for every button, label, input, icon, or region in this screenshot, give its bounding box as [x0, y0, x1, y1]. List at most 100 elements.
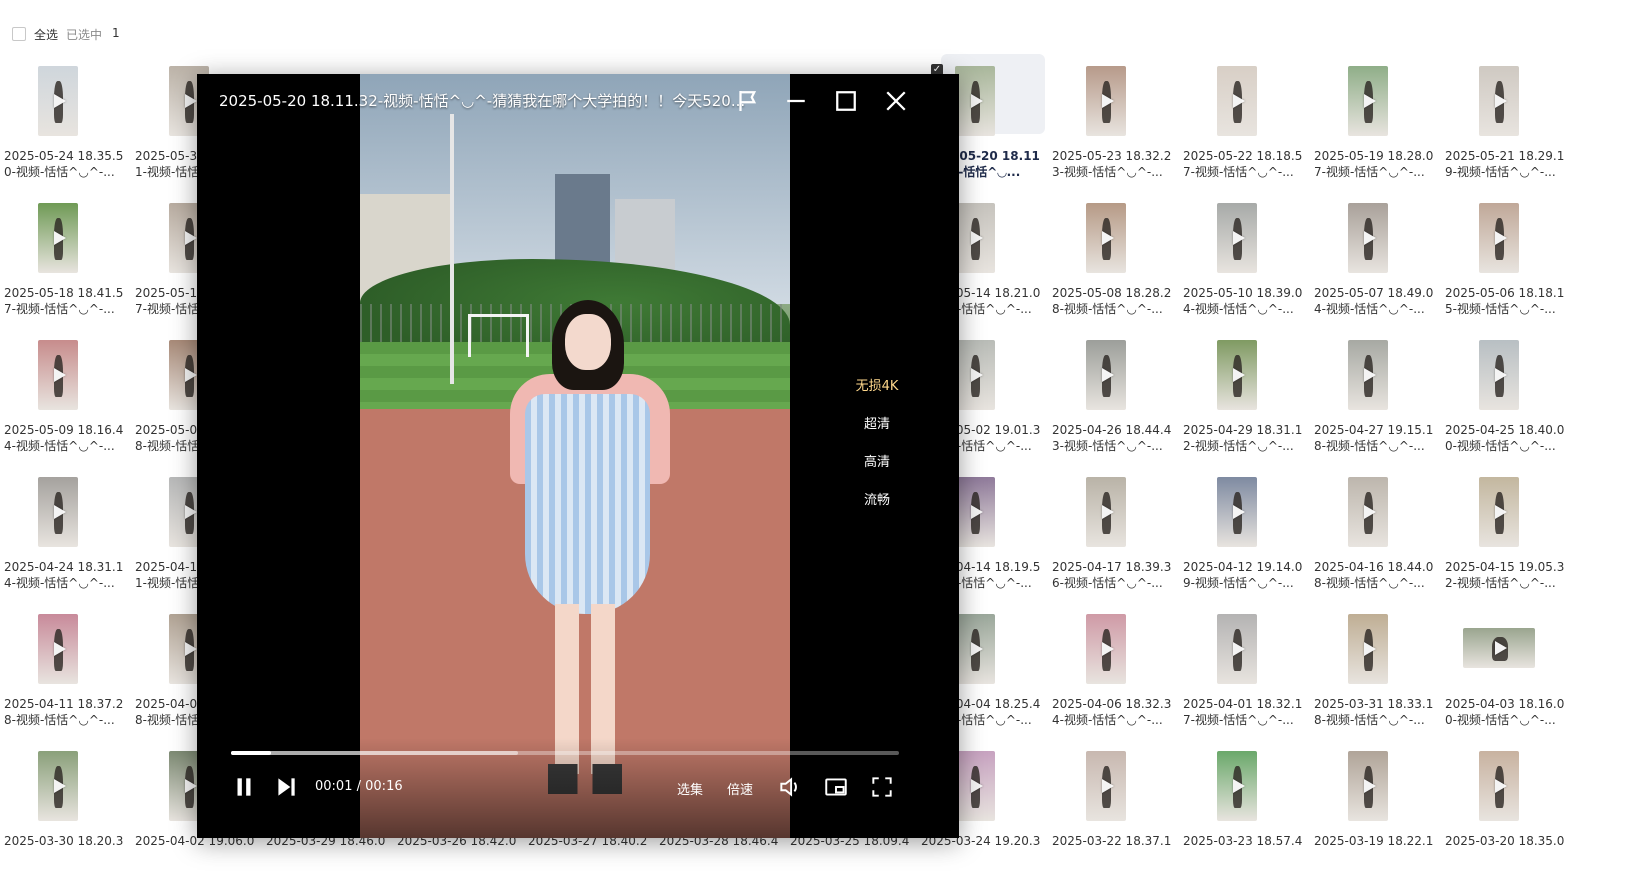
video-thumbnail[interactable] [1463, 628, 1535, 668]
video-file-name: 2025-04-29 18.31.1 2-视频-恬恬^◡^-... [1183, 422, 1303, 454]
video-thumbnail[interactable] [1086, 203, 1126, 273]
video-thumbnail[interactable] [1479, 751, 1519, 821]
play-icon [971, 779, 983, 793]
video-thumbnail[interactable] [1217, 477, 1257, 547]
video-thumbnail[interactable] [1348, 66, 1388, 136]
video-file-item[interactable]: 2025-04-12 19.14.0 9-视频-恬恬^◡^-... [1183, 471, 1303, 607]
video-file-item[interactable]: 2025-05-24 18.35.5 0-视频-恬恬^◡^-... [4, 60, 124, 196]
video-thumbnail[interactable] [38, 477, 78, 547]
fullscreen-icon[interactable] [869, 774, 895, 800]
video-thumbnail[interactable] [1086, 66, 1126, 136]
video-file-item[interactable]: 2025-03-22 18.37.1 [1052, 745, 1172, 881]
picture-in-picture-icon[interactable] [823, 774, 849, 800]
next-icon[interactable] [273, 774, 299, 800]
progress-bar[interactable] [231, 751, 899, 755]
file-name-line-1: 2025-05-22 18.18.5 [1183, 149, 1303, 163]
volume-icon[interactable] [777, 774, 803, 800]
file-name-line-1: 2025-04-01 18.32.1 [1183, 697, 1303, 711]
video-file-item[interactable]: 2025-05-10 18.39.0 4-视频-恬恬^◡^-... [1183, 197, 1303, 333]
video-file-item[interactable]: 2025-05-23 18.32.2 3-视频-恬恬^◡^-... [1052, 60, 1172, 196]
video-thumbnail[interactable] [1086, 477, 1126, 547]
video-file-item[interactable]: 2025-04-06 18.32.3 4-视频-恬恬^◡^-... [1052, 608, 1172, 744]
video-thumbnail[interactable] [38, 751, 78, 821]
video-thumbnail[interactable] [955, 66, 995, 136]
video-thumbnail[interactable] [955, 477, 995, 547]
video-file-item[interactable]: 2025-04-27 19.15.1 8-视频-恬恬^◡^-... [1314, 334, 1434, 470]
video-thumbnail[interactable] [955, 340, 995, 410]
video-file-item[interactable]: 2025-05-18 18.41.5 7-视频-恬恬^◡^-... [4, 197, 124, 333]
play-icon [1102, 505, 1114, 519]
video-thumbnail[interactable] [38, 340, 78, 410]
video-thumbnail[interactable] [1348, 751, 1388, 821]
file-name-line-2: 4-视频-恬恬^◡^-... [1052, 713, 1163, 727]
file-name-line-1: 2025-04-12 19.14.0 [1183, 560, 1303, 574]
video-file-item[interactable]: 2025-05-21 18.29.1 9-视频-恬恬^◡^-... [1445, 60, 1565, 196]
video-file-item[interactable]: 2025-05-07 18.49.0 4-视频-恬恬^◡^-... [1314, 197, 1434, 333]
video-file-item[interactable]: 2025-04-26 18.44.4 3-视频-恬恬^◡^-... [1052, 334, 1172, 470]
quality-option-hd[interactable]: 高清 [837, 452, 917, 490]
video-file-item[interactable]: 2025-04-16 18.44.0 8-视频-恬恬^◡^-... [1314, 471, 1434, 607]
video-thumbnail[interactable] [1086, 614, 1126, 684]
file-name-line-2: 7-视频-恬恬^◡^-... [1183, 713, 1294, 727]
file-name-line-2: 4-视频-恬恬^◡^-... [4, 439, 115, 453]
pause-icon[interactable] [231, 774, 257, 800]
speed-button[interactable]: 倍速 [727, 779, 753, 798]
video-file-name: 2025-04-16 18.44.0 8-视频-恬恬^◡^-... [1314, 559, 1434, 591]
video-file-item[interactable]: 2025-04-29 18.31.1 2-视频-恬恬^◡^-... [1183, 334, 1303, 470]
video-file-item[interactable]: 2025-04-25 18.40.0 0-视频-恬恬^◡^-... [1445, 334, 1565, 470]
video-file-item[interactable]: 2025-03-31 18.33.1 8-视频-恬恬^◡^-... [1314, 608, 1434, 744]
video-thumbnail[interactable] [38, 614, 78, 684]
video-file-item[interactable]: 2025-04-11 18.37.2 8-视频-恬恬^◡^-... [4, 608, 124, 744]
video-thumbnail[interactable] [1348, 340, 1388, 410]
file-name-line-1: 2025-03-30 18.20.3 [4, 834, 124, 848]
video-player-window[interactable]: 2025-05-20 18.11.32-视频-恬恬^◡^-猜猜我在哪个大学拍的！… [197, 74, 959, 838]
video-frame[interactable] [360, 74, 790, 838]
video-thumbnail[interactable] [1479, 203, 1519, 273]
video-thumbnail[interactable] [1086, 751, 1126, 821]
video-file-item[interactable]: 2025-03-19 18.22.1 [1314, 745, 1434, 881]
video-file-item[interactable]: 2025-04-03 18.16.0 0-视频-恬恬^◡^-... [1445, 608, 1565, 744]
minimize-icon[interactable] [781, 86, 811, 116]
video-file-item[interactable]: 2025-05-22 18.18.5 7-视频-恬恬^◡^-... [1183, 60, 1303, 196]
video-file-item[interactable]: 2025-04-15 19.05.3 2-视频-恬恬^◡^-... [1445, 471, 1565, 607]
video-file-item[interactable]: 2025-04-01 18.32.1 7-视频-恬恬^◡^-... [1183, 608, 1303, 744]
video-thumbnail[interactable] [1479, 477, 1519, 547]
play-icon [971, 231, 983, 245]
video-thumbnail[interactable] [1217, 66, 1257, 136]
video-thumbnail[interactable] [955, 751, 995, 821]
video-file-item[interactable]: 2025-05-19 18.28.0 7-视频-恬恬^◡^-... [1314, 60, 1434, 196]
quality-option-smooth[interactable]: 流畅 [837, 490, 917, 528]
video-file-name: 2025-04-17 18.39.3 6-视频-恬恬^◡^-... [1052, 559, 1172, 591]
video-thumbnail[interactable] [1217, 751, 1257, 821]
video-thumbnail[interactable] [1217, 340, 1257, 410]
video-thumbnail[interactable] [1086, 340, 1126, 410]
video-file-item[interactable]: 2025-03-30 18.20.3 [4, 745, 124, 881]
video-thumbnail[interactable] [1348, 614, 1388, 684]
video-file-item[interactable]: 2025-04-24 18.31.1 4-视频-恬恬^◡^-... [4, 471, 124, 607]
video-thumbnail[interactable] [955, 614, 995, 684]
video-file-item[interactable]: 2025-05-08 18.28.2 8-视频-恬恬^◡^-... [1052, 197, 1172, 333]
video-file-name: 2025-04-26 18.44.4 3-视频-恬恬^◡^-... [1052, 422, 1172, 454]
video-thumbnail[interactable] [1217, 203, 1257, 273]
video-thumbnail[interactable] [38, 203, 78, 273]
video-thumbnail[interactable] [1479, 340, 1519, 410]
maximize-icon[interactable] [831, 86, 861, 116]
video-thumbnail[interactable] [1348, 477, 1388, 547]
play-icon [1364, 368, 1376, 382]
video-thumbnail[interactable] [38, 66, 78, 136]
play-icon [1495, 94, 1507, 108]
quality-option-super-hd[interactable]: 超清 [837, 414, 917, 452]
episodes-button[interactable]: 选集 [677, 779, 703, 798]
video-file-item[interactable]: 2025-03-20 18.35.0 [1445, 745, 1565, 881]
video-thumbnail[interactable] [1479, 66, 1519, 136]
video-thumbnail[interactable] [1217, 614, 1257, 684]
video-file-item[interactable]: 2025-03-23 18.57.4 [1183, 745, 1303, 881]
quality-option-lossless-4k[interactable]: 无损4K [837, 376, 917, 414]
video-file-item[interactable]: 2025-05-06 18.18.1 5-视频-恬恬^◡^-... [1445, 197, 1565, 333]
video-file-item[interactable]: 2025-04-17 18.39.3 6-视频-恬恬^◡^-... [1052, 471, 1172, 607]
video-file-item[interactable]: 2025-05-09 18.16.4 4-视频-恬恬^◡^-... [4, 334, 124, 470]
close-icon[interactable] [881, 86, 911, 116]
video-thumbnail[interactable] [955, 203, 995, 273]
pin-icon[interactable] [733, 86, 763, 116]
video-thumbnail[interactable] [1348, 203, 1388, 273]
